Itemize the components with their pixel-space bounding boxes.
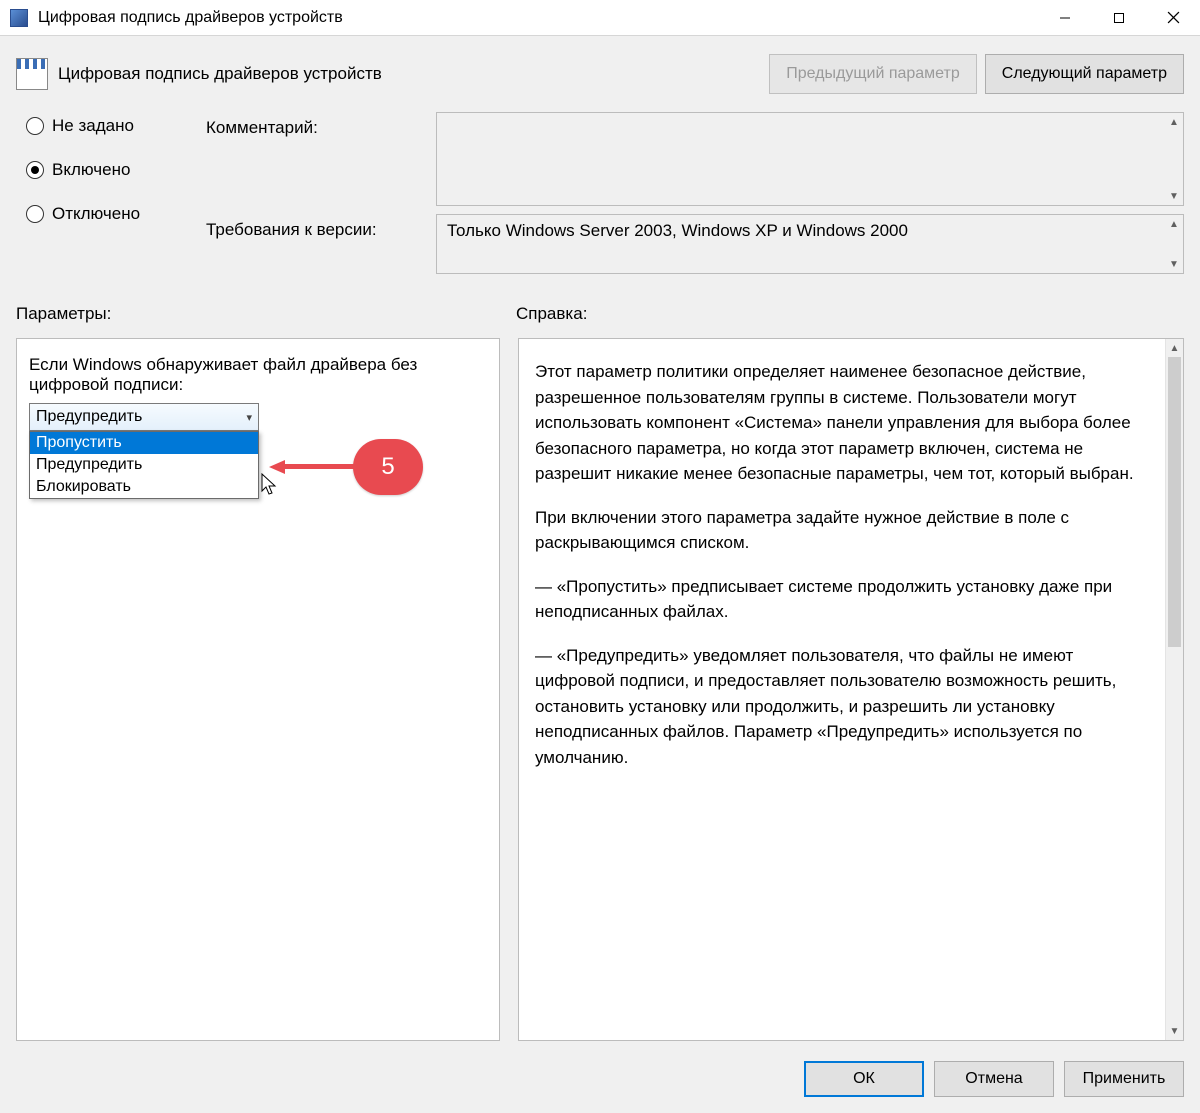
comment-label: Комментарий: — [206, 112, 436, 206]
policy-name: Цифровая подпись драйверов устройств — [58, 64, 382, 84]
close-button[interactable] — [1146, 0, 1200, 36]
radio-enabled[interactable]: Включено — [26, 160, 206, 180]
options-panel: Если Windows обнаруживает файл драйвера … — [16, 338, 500, 1041]
scroll-down-icon[interactable]: ▼ — [1165, 187, 1183, 205]
combo-dropdown: Пропустить Предупредить Блокировать — [29, 431, 259, 499]
radio-icon — [26, 205, 44, 223]
state-radio-group: Не задано Включено Отключено — [26, 112, 206, 282]
requirements-value: Только Windows Server 2003, Windows XP и… — [447, 221, 908, 240]
scroll-up-icon[interactable]: ▲ — [1165, 215, 1183, 233]
signing-action-combobox[interactable]: Предупредить ▾ — [29, 403, 259, 431]
scroll-down-icon[interactable]: ▼ — [1166, 1022, 1183, 1040]
next-setting-button[interactable]: Следующий параметр — [985, 54, 1184, 94]
radio-icon — [26, 161, 44, 179]
cursor-icon — [261, 473, 279, 497]
dropdown-item-block[interactable]: Блокировать — [30, 476, 258, 498]
window-title: Цифровая подпись драйверов устройств — [38, 9, 343, 27]
help-paragraph: — «Пропустить» предписывает системе прод… — [535, 574, 1155, 625]
ok-button[interactable]: ОК — [804, 1061, 924, 1097]
annotation-bubble: 5 — [353, 439, 423, 495]
maximize-button[interactable] — [1092, 0, 1146, 36]
chevron-down-icon: ▾ — [246, 411, 252, 424]
scroll-down-icon[interactable]: ▼ — [1165, 255, 1183, 273]
requirements-textbox: Только Windows Server 2003, Windows XP и… — [436, 214, 1184, 274]
scroll-up-icon[interactable]: ▲ — [1165, 113, 1183, 131]
options-prompt: Если Windows обнаруживает файл драйвера … — [29, 355, 487, 395]
radio-label: Не задано — [52, 116, 134, 136]
apply-button[interactable]: Применить — [1064, 1061, 1184, 1097]
cancel-button[interactable]: Отмена — [934, 1061, 1054, 1097]
header: Цифровая подпись драйверов устройств Пре… — [0, 36, 1200, 104]
annotation-callout: 5 — [269, 439, 423, 495]
combo-selected-value: Предупредить — [36, 408, 142, 426]
radio-label: Отключено — [52, 204, 140, 224]
radio-disabled[interactable]: Отключено — [26, 204, 206, 224]
help-scrollbar[interactable]: ▲ ▼ — [1165, 339, 1183, 1040]
scroll-up-icon[interactable]: ▲ — [1166, 339, 1183, 357]
annotation-arrow — [269, 463, 355, 471]
previous-setting-button: Предыдущий параметр — [769, 54, 977, 94]
panels: Если Windows обнаруживает файл драйвера … — [0, 328, 1200, 1049]
radio-not-configured[interactable]: Не задано — [26, 116, 206, 136]
footer: ОК Отмена Применить — [0, 1049, 1200, 1113]
comment-textbox[interactable]: ▲ ▼ — [436, 112, 1184, 206]
policy-icon — [16, 58, 48, 90]
help-paragraph: При включении этого параметра задайте ну… — [535, 505, 1155, 556]
upper-section: Не задано Включено Отключено Комментарий… — [0, 104, 1200, 288]
help-paragraph: Этот параметр политики определяет наимен… — [535, 359, 1155, 487]
section-labels: Параметры: Справка: — [0, 288, 1200, 328]
help-paragraph: — «Предупредить» уведомляет пользователя… — [535, 643, 1155, 771]
minimize-button[interactable] — [1038, 0, 1092, 36]
titlebar: Цифровая подпись драйверов устройств — [0, 0, 1200, 36]
help-panel: Этот параметр политики определяет наимен… — [518, 338, 1184, 1041]
dropdown-item-warn[interactable]: Предупредить — [30, 454, 258, 476]
options-section-label: Параметры: — [16, 304, 516, 324]
radio-icon — [26, 117, 44, 135]
radio-label: Включено — [52, 160, 130, 180]
scrollbar-thumb[interactable] — [1168, 357, 1181, 647]
window: Цифровая подпись драйверов устройств Циф… — [0, 0, 1200, 1113]
app-icon — [10, 9, 28, 27]
dropdown-item-skip[interactable]: Пропустить — [30, 432, 258, 454]
requirements-label: Требования к версии: — [206, 214, 436, 274]
combo-wrap: Предупредить ▾ Пропустить Предупредить Б… — [29, 403, 259, 431]
annotation-number: 5 — [381, 453, 394, 481]
help-section-label: Справка: — [516, 304, 587, 324]
